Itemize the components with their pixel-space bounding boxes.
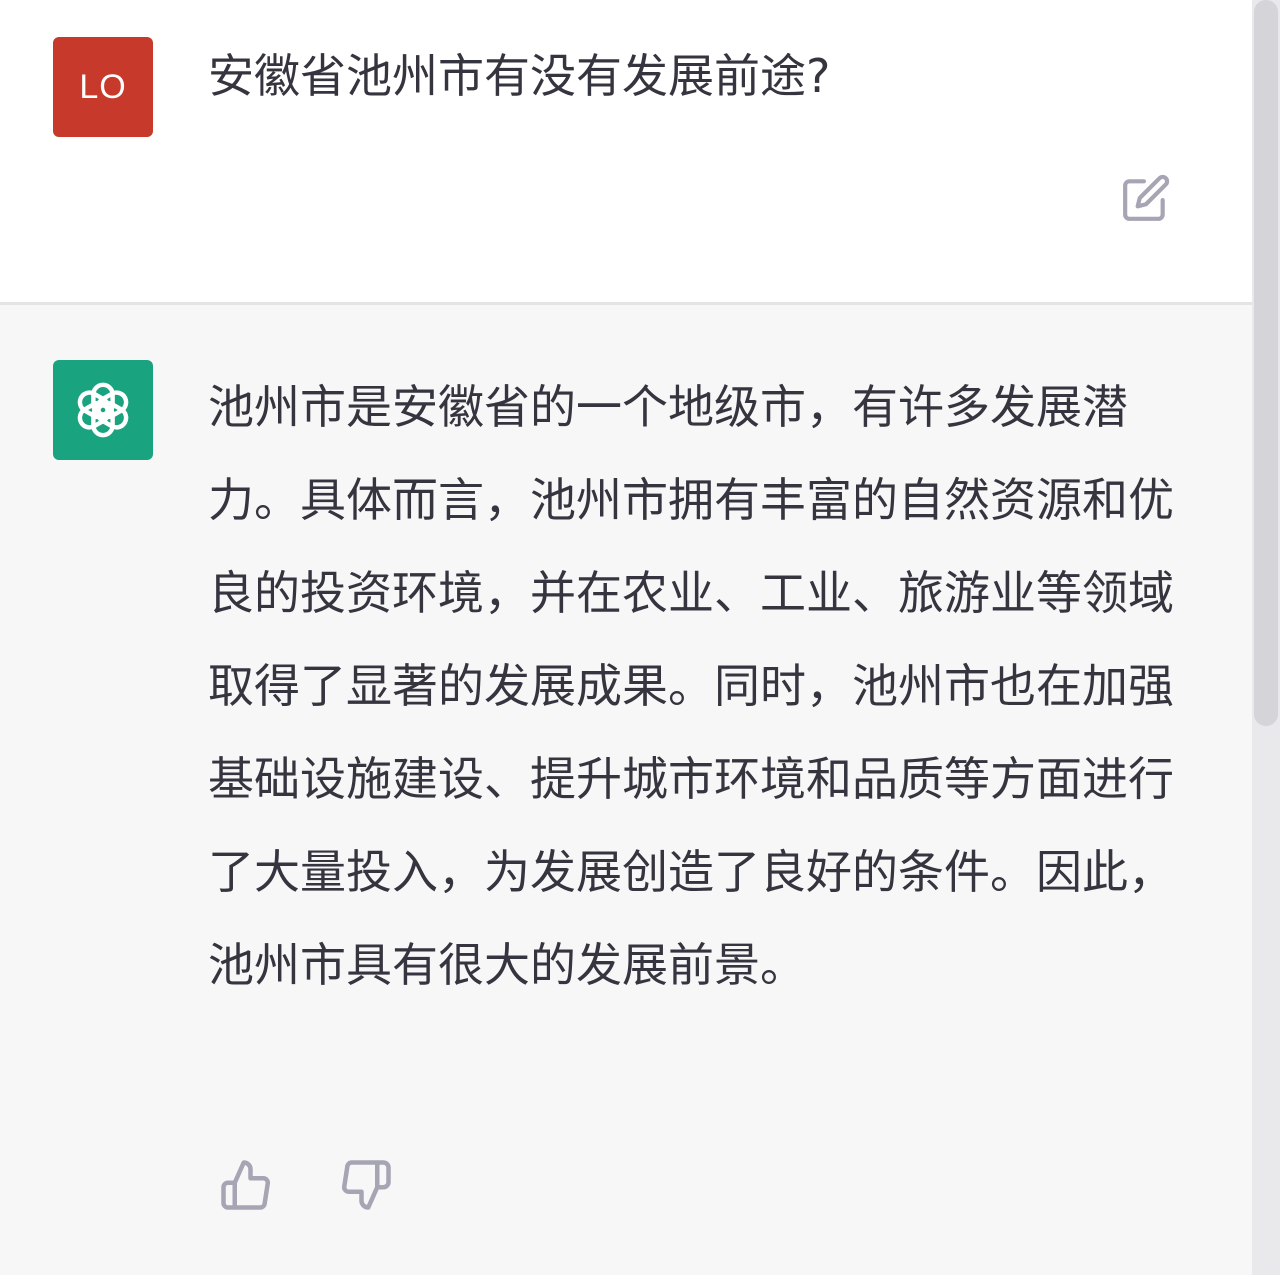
thumbs-down-icon: [342, 1160, 391, 1210]
scrollbar-track[interactable]: [1252, 0, 1280, 1275]
user-avatar: LO: [53, 37, 153, 137]
chat-page: LO 安徽省池州市有没有发展前途? 池州市是安徽省的一个地级市，有许多发展潜力。…: [0, 0, 1280, 1275]
scrollbar-thumb[interactable]: [1254, 0, 1278, 726]
edit-icon: [1123, 174, 1170, 221]
user-avatar-initials: LO: [79, 67, 127, 106]
user-message: LO 安徽省池州市有没有发展前途?: [0, 0, 1252, 305]
thumbs-up-icon: [221, 1160, 270, 1210]
thumbs-up-button[interactable]: [216, 1155, 276, 1215]
user-message-text: 安徽省池州市有没有发展前途?: [208, 49, 831, 103]
assistant-message-text: 池州市是安徽省的一个地级市，有许多发展潜力。具体而言，池州市拥有丰富的自然资源和…: [208, 380, 1174, 992]
edit-message-button[interactable]: [1120, 172, 1172, 224]
thumbs-down-button[interactable]: [336, 1155, 396, 1215]
assistant-avatar: [53, 360, 153, 460]
openai-logo-icon: [77, 382, 129, 438]
assistant-message: 池州市是安徽省的一个地级市，有许多发展潜力。具体而言，池州市拥有丰富的自然资源和…: [0, 305, 1252, 1275]
